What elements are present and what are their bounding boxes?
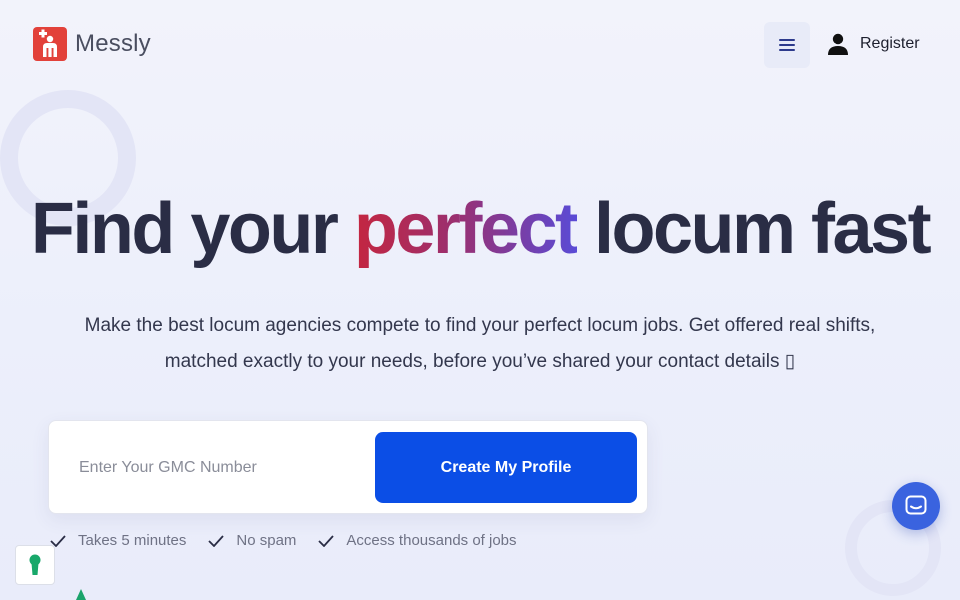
cookie-settings-button[interactable] xyxy=(15,545,55,585)
gmc-number-input[interactable] xyxy=(65,439,365,497)
check-icon xyxy=(318,534,335,547)
hamburger-icon xyxy=(779,39,795,51)
feature-list: Takes 5 minutes No spam Access thousands… xyxy=(50,532,539,549)
subtitle-line: matched exactly to your needs, before yo… xyxy=(164,351,796,372)
page-title: Find your perfect locum fast xyxy=(0,188,960,270)
keyhole-icon xyxy=(29,554,41,575)
register-link[interactable]: Register xyxy=(828,33,920,55)
hero-subtitle: Make the best locum agencies compete to … xyxy=(60,308,900,380)
feature-label: Takes 5 minutes xyxy=(78,532,187,549)
headline-text: locum fast xyxy=(576,189,932,269)
feature-label: Access thousands of jobs xyxy=(346,532,517,549)
chat-bubble-icon xyxy=(905,495,927,515)
create-profile-button[interactable]: Create My Profile xyxy=(375,432,637,503)
menu-button[interactable] xyxy=(764,22,810,68)
green-arrow-icon xyxy=(76,589,86,600)
doctor-cross-icon xyxy=(33,27,67,61)
feature-item: Takes 5 minutes xyxy=(50,532,186,549)
subtitle-line: Make the best locum agencies compete to … xyxy=(84,315,876,336)
register-label: Register xyxy=(860,35,920,52)
logo-text: Messly xyxy=(75,30,151,57)
headline-accent: perfect xyxy=(353,189,579,269)
logo-link[interactable]: Messly xyxy=(33,27,151,61)
feature-label: No spam xyxy=(236,532,297,549)
chat-launcher-button[interactable] xyxy=(892,482,940,530)
signup-form: Create My Profile xyxy=(48,420,648,514)
headline-text: Find your xyxy=(30,189,354,269)
user-icon xyxy=(828,33,848,55)
check-icon xyxy=(208,534,225,547)
feature-item: No spam xyxy=(208,532,296,549)
feature-item: Access thousands of jobs xyxy=(318,532,517,549)
